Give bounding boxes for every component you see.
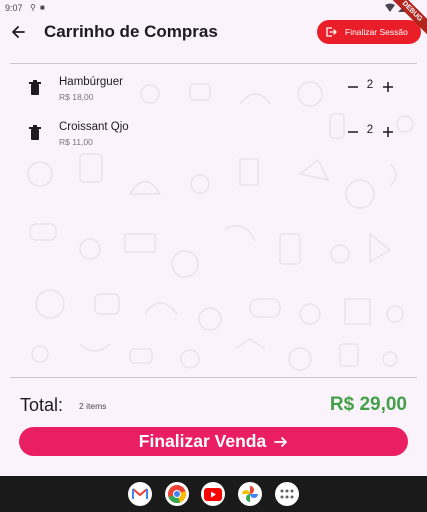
checkout-label: Finalizar Venda bbox=[138, 431, 267, 451]
increase-quantity-icon[interactable] bbox=[381, 125, 395, 139]
status-time: 9:07 bbox=[5, 3, 23, 13]
android-dock bbox=[0, 476, 427, 512]
item-name: Croissant Qjo bbox=[59, 121, 129, 133]
notification-icon: ■ bbox=[40, 3, 45, 12]
end-session-label: Finalizar Sessão bbox=[345, 27, 408, 37]
item-price: R$ 18,00 bbox=[59, 92, 94, 102]
usb-icon: ⚲ bbox=[30, 3, 36, 12]
total-value: R$ 29,00 bbox=[329, 394, 407, 415]
delete-icon[interactable] bbox=[28, 125, 42, 141]
end-session-button[interactable]: Finalizar Sessão bbox=[317, 20, 421, 44]
item-price: R$ 11,00 bbox=[59, 137, 93, 147]
cart-item: Hambúrguer R$ 18,00 2 bbox=[10, 72, 417, 108]
bottom-divider bbox=[10, 377, 417, 378]
status-bar: 9:07 ⚲ ■ bbox=[0, 0, 427, 16]
delete-icon[interactable] bbox=[28, 80, 42, 96]
food-doodle-background bbox=[27, 81, 414, 371]
decrease-quantity-icon[interactable] bbox=[346, 80, 360, 94]
page-title: Carrinho de Compras bbox=[44, 22, 218, 41]
chrome-icon[interactable] bbox=[165, 482, 189, 506]
item-name: Hambúrguer bbox=[59, 76, 123, 88]
photos-icon[interactable] bbox=[238, 482, 262, 506]
checkout-button[interactable]: Finalizar Venda bbox=[19, 427, 408, 456]
youtube-icon[interactable] bbox=[201, 482, 225, 506]
top-divider bbox=[10, 63, 417, 64]
items-count: 2 items bbox=[79, 401, 107, 411]
decrease-quantity-icon[interactable] bbox=[346, 125, 360, 139]
logout-icon bbox=[326, 27, 337, 37]
cart-item: Croissant Qjo R$ 11,00 2 bbox=[10, 117, 417, 153]
item-quantity: 2 bbox=[366, 124, 374, 136]
item-quantity: 2 bbox=[366, 79, 374, 91]
back-arrow-icon[interactable] bbox=[8, 22, 28, 42]
total-label: Total: bbox=[20, 395, 64, 415]
arrow-right-icon bbox=[274, 436, 288, 447]
app-bar: Carrinho de Compras Finalizar Sessão bbox=[0, 16, 427, 52]
increase-quantity-icon[interactable] bbox=[381, 80, 395, 94]
app-drawer-icon[interactable] bbox=[275, 482, 299, 506]
gmail-icon[interactable] bbox=[128, 482, 152, 506]
wifi-icon bbox=[385, 3, 395, 12]
